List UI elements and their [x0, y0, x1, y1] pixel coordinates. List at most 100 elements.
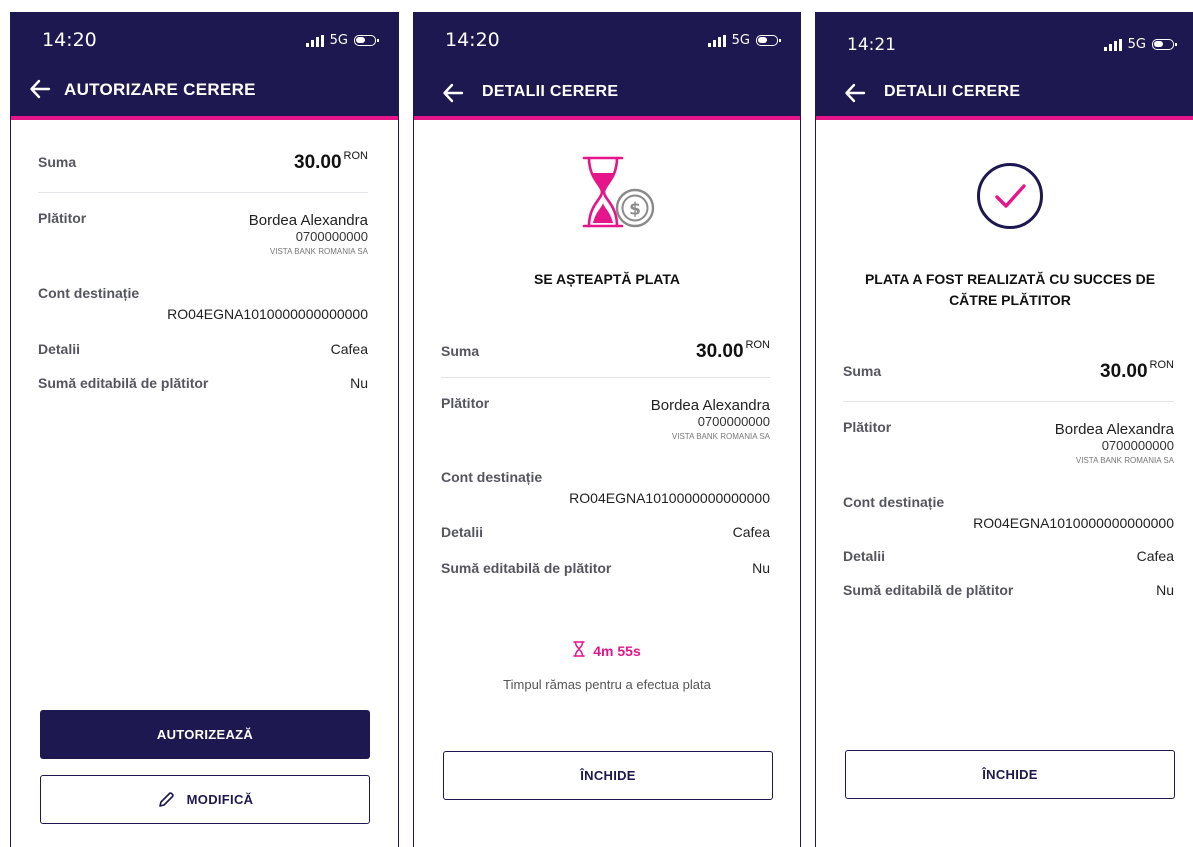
- payer-bank: VISTA BANK ROMANIA SA: [269, 247, 368, 256]
- divider: [441, 377, 770, 378]
- network-label: 5G: [1127, 37, 1146, 52]
- payer-info: Bordea Alexandra 0700000000 VISTA BANK R…: [1055, 419, 1174, 468]
- payer-name: Bordea Alexandra: [650, 397, 770, 414]
- timer-caption: Timpul rămas pentru a efectua plata: [503, 677, 711, 692]
- network-label: 5G: [731, 33, 750, 48]
- modify-button-label: MODIFICĂ: [186, 792, 254, 807]
- close-button[interactable]: ÎNCHIDE: [443, 751, 773, 800]
- back-arrow-icon[interactable]: [442, 82, 464, 104]
- account-label: Cont destinație: [843, 494, 945, 510]
- account-row: Cont destinație RO04EGNA1010000000000000: [441, 469, 770, 513]
- account-value: RO04EGNA1010000000000000: [569, 490, 770, 506]
- status-title: SE AȘTEAPTĂ PLATA: [534, 271, 680, 287]
- signal-icon: [1103, 38, 1122, 51]
- page-title: DETALII CERERE: [482, 83, 619, 100]
- currency-label: RON: [343, 150, 368, 162]
- payer-phone: 0700000000: [1101, 438, 1174, 453]
- account-row: Cont destinație RO04EGNA1010000000000000: [843, 494, 1174, 538]
- modify-button[interactable]: MODIFICĂ: [40, 775, 370, 824]
- account-value: RO04EGNA1010000000000000: [167, 306, 368, 322]
- editable-row: Sumă editabilă de plătitor Nu: [843, 582, 1174, 602]
- payer-row: Plătitor Bordea Alexandra 0700000000 VIS…: [441, 395, 770, 451]
- status-title: PLATA A FOST REALIZATĂ CU SUCCES DE CĂTR…: [816, 269, 1193, 311]
- payer-bank: VISTA BANK ROMANIA SA: [671, 432, 770, 441]
- app-header: 14:20 5G AUTORIZARE CERERE: [11, 13, 398, 120]
- amount-label: Suma: [441, 343, 480, 359]
- account-label: Cont destinație: [441, 469, 543, 485]
- battery-icon: [1152, 39, 1177, 50]
- amount-row: Suma 30.00 RON: [38, 150, 368, 180]
- hourglass-coin-icon: $: [580, 155, 656, 229]
- account-label: Cont destinație: [38, 285, 140, 301]
- editable-value: Nu: [752, 560, 770, 576]
- editable-row: Sumă editabilă de plătitor Nu: [441, 560, 770, 580]
- request-details-pending-screen: 14:20 5G DETALII CERERE $ SE AȘTEAPTĂ PL…: [413, 12, 801, 847]
- payer-bank: VISTA BANK ROMANIA SA: [1075, 456, 1174, 465]
- request-details: $ SE AȘTEAPTĂ PLATA Suma 30.00 RON Plătit…: [414, 123, 800, 847]
- page-title: DETALII CERERE: [884, 83, 1021, 100]
- request-details: PLATA A FOST REALIZATĂ CU SUCCES DE CĂTR…: [816, 123, 1193, 847]
- check-circle-icon: [976, 162, 1044, 230]
- editable-value: Nu: [350, 375, 368, 391]
- status-title-line1: PLATA A FOST REALIZATĂ CU SUCCES DE: [864, 271, 1156, 287]
- currency-label: RON: [1149, 359, 1174, 371]
- authorize-button[interactable]: AUTORIZEAZĂ: [40, 710, 370, 759]
- amount-label: Suma: [843, 363, 882, 379]
- details-row: Detalii Cafea: [38, 341, 368, 361]
- amount-row: Suma 30.00 RON: [441, 339, 770, 369]
- details-row: Detalii Cafea: [843, 548, 1174, 568]
- authorize-request-screen: 14:20 5G AUTORIZARE CERERE Suma 30.00 RON…: [10, 12, 399, 847]
- amount-row: Suma 30.00 RON: [843, 359, 1174, 389]
- status-indicators: 5G: [305, 33, 379, 48]
- details-label: Detalii: [441, 524, 484, 540]
- request-details: Suma 30.00 RON Plătitor Bordea Alexandra …: [11, 123, 398, 847]
- amount-label: Suma: [38, 154, 77, 170]
- battery-icon: [756, 35, 781, 46]
- details-value: Cafea: [330, 341, 368, 357]
- editable-value: Nu: [1156, 582, 1174, 598]
- details-label: Detalii: [38, 341, 81, 357]
- status-time: 14:20: [42, 29, 97, 51]
- signal-icon: [305, 34, 324, 47]
- editable-label: Sumă editabilă de plătitor: [441, 560, 612, 576]
- network-label: 5G: [329, 33, 348, 48]
- status-time: 14:21: [847, 35, 896, 55]
- status-indicators: 5G: [707, 33, 781, 48]
- close-button[interactable]: ÎNCHIDE: [845, 750, 1175, 799]
- payer-phone: 0700000000: [697, 414, 770, 429]
- status-indicators: 5G: [1103, 37, 1177, 52]
- payer-info: Bordea Alexandra 0700000000 VISTA BANK R…: [249, 210, 368, 259]
- payer-phone: 0700000000: [295, 229, 368, 244]
- timer-value: 4m 55s: [593, 642, 641, 659]
- details-value: Cafea: [732, 524, 770, 540]
- hourglass-icon: [573, 641, 585, 660]
- app-header: 14:20 5G DETALII CERERE: [414, 13, 800, 120]
- payer-name: Bordea Alexandra: [1054, 421, 1174, 438]
- status-time: 14:20: [445, 29, 500, 51]
- svg-text:$: $: [629, 200, 641, 220]
- amount-value: 30.00 RON: [1100, 359, 1174, 382]
- account-row: Cont destinație RO04EGNA1010000000000000: [38, 285, 368, 329]
- payer-name: Bordea Alexandra: [248, 212, 368, 229]
- payer-row: Plătitor Bordea Alexandra 0700000000 VIS…: [38, 210, 368, 266]
- app-header: 14:21 5G DETALII CERERE: [816, 13, 1193, 120]
- payer-label: Plătitor: [38, 210, 87, 226]
- details-row: Detalii Cafea: [441, 524, 770, 544]
- editable-label: Sumă editabilă de plătitor: [843, 582, 1014, 598]
- pencil-icon: [157, 791, 175, 809]
- divider: [38, 192, 368, 193]
- amount-value: 30.00 RON: [294, 150, 368, 173]
- back-arrow-icon[interactable]: [29, 78, 51, 100]
- payer-label: Plătitor: [843, 419, 892, 435]
- countdown-timer: 4m 55s: [414, 641, 800, 660]
- account-value: RO04EGNA1010000000000000: [973, 515, 1174, 531]
- request-details-success-screen: 14:21 5G DETALII CERERE PLATA A FOST REA…: [815, 12, 1193, 847]
- editable-label: Sumă editabilă de plătitor: [38, 375, 209, 391]
- details-label: Detalii: [843, 548, 886, 564]
- currency-label: RON: [745, 339, 770, 351]
- payer-label: Plătitor: [441, 395, 490, 411]
- status-title-line2: CĂTRE PLĂTITOR: [949, 292, 1071, 308]
- amount-value: 30.00 RON: [696, 339, 770, 362]
- editable-row: Sumă editabilă de plătitor Nu: [38, 375, 368, 395]
- back-arrow-icon[interactable]: [844, 82, 866, 104]
